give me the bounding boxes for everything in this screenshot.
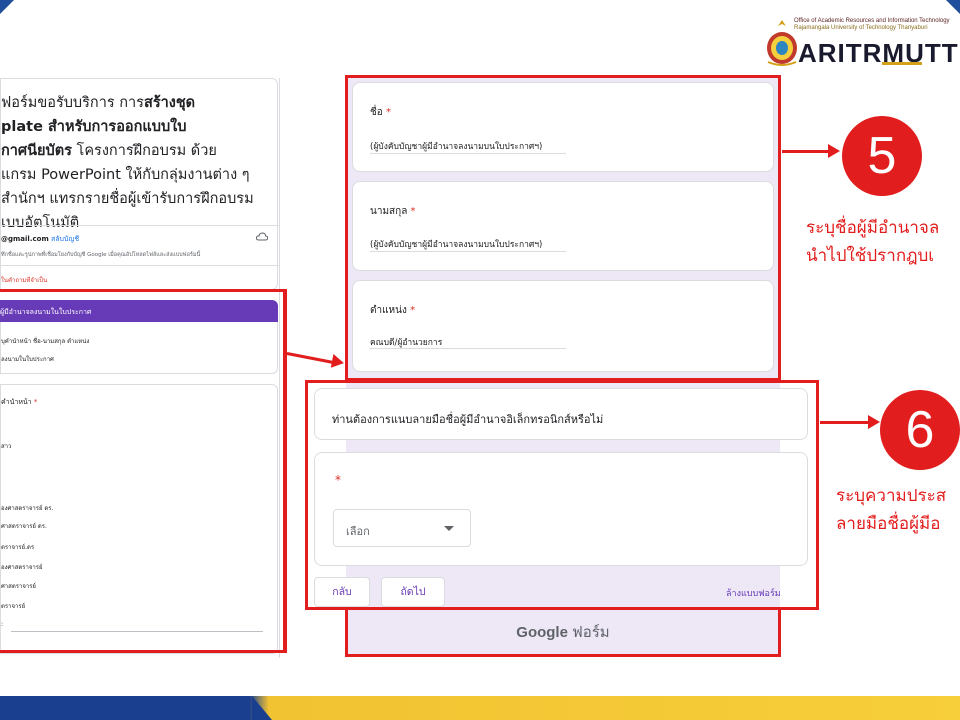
position-card: ตำแหน่ง * คณบดี/ผู้อำนวยการ	[352, 280, 774, 372]
title-line-2: plate สำหรับการออกแบบใบ	[1, 119, 187, 135]
clear-form-link[interactable]: ล้างแบบฟอร์ม	[726, 586, 781, 600]
position-label: ตำแหน่ง *	[370, 303, 415, 318]
title-line-6: เบบอัตโนมัติ	[1, 215, 80, 231]
forms-wordmark: ฟอร์ม	[567, 624, 610, 641]
last-name-label-text: นามสกุล	[370, 206, 408, 217]
google-wordmark: Google	[516, 624, 568, 641]
last-name-underline	[370, 251, 566, 252]
option-1[interactable]: สาว	[1, 441, 11, 451]
aritrmutt-logo: Office of Academic Resources and Informa…	[762, 14, 960, 70]
option-7[interactable]: ตราจารย์	[1, 601, 25, 611]
title-line-1a: ฟอร์มขอรับบริการ การ	[1, 95, 144, 111]
section-description-card: บุคำนำหน้า ชื่อ-นามสกุล ตำแหน่ง ลงนามในใ…	[0, 322, 278, 374]
signature-question-title: ท่านต้องการแนบลายมือชื่อผู้มีอำนาจอิเล็ก…	[332, 413, 604, 426]
account-email: @gmail.com	[1, 235, 49, 243]
position-underline	[370, 348, 566, 349]
title-question-card: คำนำหน้า * สาว องศาสตราจารย์ ดร. ศาสตราจ…	[0, 384, 278, 654]
office-line-1: Office of Academic Resources and Informa…	[794, 18, 950, 24]
brand-underline	[882, 62, 922, 65]
section-desc-line-1: บุคำนำหน้า ชื่อ-นามสกุล ตำแหน่ง	[1, 338, 90, 345]
first-name-card: ชื่อ * (ผู้บังคับบัญชาผู้มีอำนาจลงนามบนใ…	[352, 82, 774, 172]
left-form-panel: ฟอร์มขอรับบริการ การสร้างชุด plate สำหรั…	[0, 78, 280, 658]
step-6-caption: ระบุความประส ลายมือชื่อผู้มีอ	[836, 482, 946, 538]
step-5-badge: 5	[842, 116, 922, 196]
signature-dropdown[interactable]: เลือก	[333, 509, 471, 547]
corner-decoration-right	[946, 0, 960, 14]
bottom-decoration-bar	[0, 696, 960, 720]
step-6-badge: 6	[880, 390, 960, 470]
arrow-to-step-5	[782, 150, 830, 153]
step-5-caption-line-1: ระบุชื่อผู้มีอำนาจล	[806, 218, 940, 238]
first-name-underline	[370, 153, 566, 154]
step-5-caption: ระบุชื่อผู้มีอำนาจล นำไปใช้ปรากฎบเ	[806, 214, 939, 270]
title-line-3a: กาศนียบัตร	[1, 143, 72, 159]
arrow-head-5	[828, 144, 840, 158]
option-2[interactable]: องศาสตราจารย์ ดร.	[1, 503, 53, 513]
required-asterisk: *	[385, 107, 391, 118]
google-forms-footer: Google ฟอร์ม	[346, 620, 780, 644]
next-button[interactable]: ถัดไป	[381, 577, 445, 607]
first-name-input[interactable]: (ผู้บังคับบัญชาผู้มีอำนาจลงนามบนใบประกาศ…	[370, 139, 542, 153]
account-row: @gmail.com สลับบัญชี	[1, 234, 79, 245]
form-title: ฟอร์มขอรับบริการ การสร้างชุด plate สำหรั…	[1, 91, 271, 235]
title-line-1b: สร้างชุด	[143, 95, 196, 111]
form-title-card: ฟอร์มขอรับบริการ การสร้างชุด plate สำหรั…	[0, 78, 279, 290]
required-note: ในคำถามที่จำเป็น	[1, 277, 48, 284]
slide: Office of Academic Resources and Informa…	[0, 0, 960, 720]
switch-account-link[interactable]: สลับบัญชี	[51, 235, 79, 243]
corner-decoration-left	[0, 0, 14, 14]
office-line-2: Rajamangala University of Technology Tha…	[794, 25, 928, 31]
position-label-text: ตำแหน่ง	[370, 305, 407, 316]
arrow-left-to-form	[286, 352, 333, 364]
title-line-3b: โครงการฝึกอบรม ด้วย	[71, 143, 217, 159]
dropdown-placeholder: เลือก	[346, 525, 370, 538]
chevron-down-icon	[444, 526, 454, 531]
step-6-caption-line-2: ลายมือชื่อผู้มีอ	[836, 514, 941, 534]
title-question-label: คำนำหน้า *	[1, 397, 37, 408]
position-input[interactable]: คณบดี/ผู้อำนวยการ	[370, 335, 442, 349]
back-button[interactable]: กลับ	[314, 577, 370, 607]
required-asterisk: *	[335, 473, 341, 487]
last-name-label: นามสกุล *	[370, 204, 416, 219]
question-label-text: คำนำหน้า	[1, 398, 32, 406]
step-6-caption-line-1: ระบุความประส	[836, 486, 947, 506]
required-asterisk: *	[410, 305, 416, 316]
title-line-5: สำนักฯ แทรกรายชื่อผู้เข้ารับการฝึกอบรม	[1, 191, 254, 207]
brand-name: ARITRMUTT	[798, 38, 959, 68]
arrow-head-6	[868, 415, 880, 429]
arrow-head-left	[330, 353, 346, 371]
first-name-label: ชื่อ *	[370, 105, 391, 120]
option-5[interactable]: องศาสตราจารย์	[1, 562, 42, 572]
office-name: Office of Academic Resources and Informa…	[794, 18, 950, 32]
section-header: ผู้มีอำนาจลงนามในใบประกาศ	[0, 300, 278, 322]
option-other[interactable]: :	[1, 621, 3, 628]
signature-answer-card: * เลือก	[314, 452, 808, 566]
last-name-card: นามสกุล * (ผู้บังคับบัญชาผู้มีอำนาจลงนาม…	[352, 181, 774, 271]
step-5-caption-line-2: นำไปใช้ปรากฎบเ	[806, 246, 935, 266]
cloud-icon	[256, 232, 268, 241]
required-asterisk: *	[410, 206, 416, 217]
title-divider-2	[1, 265, 279, 266]
option-3[interactable]: ศาสตราจารย์ ดร.	[1, 521, 47, 531]
required-asterisk: *	[33, 398, 38, 406]
section-desc-line-2: ลงนามในใบประกาศ	[1, 356, 54, 363]
first-name-label-text: ชื่อ	[370, 107, 383, 118]
last-name-input[interactable]: (ผู้บังคับบัญชาผู้มีอำนาจลงนามบนใบประกาศ…	[370, 237, 542, 251]
title-line-4: แกรม PowerPoint ให้กับกลุ่มงานต่าง ๆ	[1, 167, 250, 183]
account-note: ทึกชื่อและรูปภาพที่เชื่อมโยงกับบัญชี Goo…	[1, 252, 201, 258]
arrow-to-step-6	[820, 421, 870, 424]
left-highlight-edge	[282, 289, 287, 653]
option-6[interactable]: ศาสตราจารย์	[1, 581, 36, 591]
signature-question-card: ท่านต้องการแนบลายมือชื่อผู้มีอำนาจอิเล็ก…	[314, 388, 808, 440]
other-input-line[interactable]	[11, 631, 263, 632]
title-divider-1	[1, 225, 279, 226]
option-4[interactable]: ตราจารย์.ดร	[1, 542, 34, 552]
